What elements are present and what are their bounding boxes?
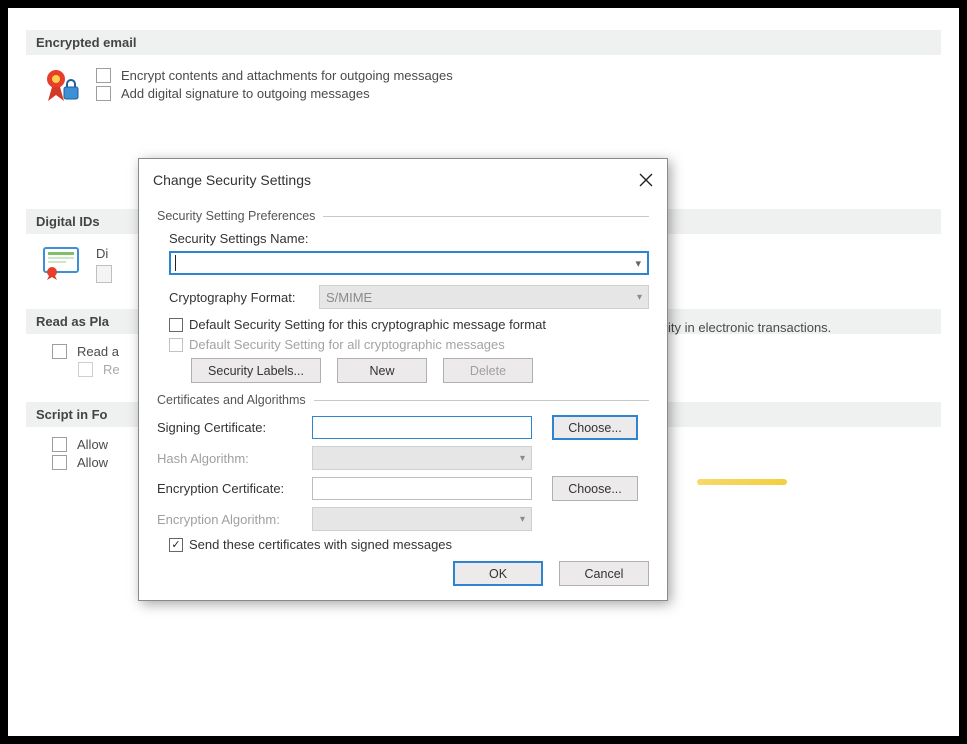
label-allow-1: Allow [77, 437, 108, 452]
crypto-format-select: S/MIME ▾ [319, 285, 649, 309]
label-enc-algo: Encryption Algorithm: [157, 512, 312, 527]
label-hash-algo: Hash Algorithm: [157, 451, 312, 466]
checkbox-add-signature[interactable] [96, 86, 111, 101]
chevron-down-icon: ▾ [520, 514, 525, 525]
chevron-down-icon: ▾ [635, 257, 641, 270]
checkbox-allow-1[interactable] [52, 437, 67, 452]
label-read-sub: Re [103, 362, 120, 377]
label-crypto-format: Cryptography Format: [169, 290, 319, 305]
highlight-annotation [697, 479, 787, 485]
label-read-all: Read a [77, 344, 119, 359]
close-button[interactable] [633, 167, 659, 193]
label-settings-name: Security Settings Name: [169, 231, 308, 246]
ok-button[interactable]: OK [453, 561, 543, 586]
new-button[interactable]: New [337, 358, 427, 383]
dialog-title: Change Security Settings [153, 172, 311, 188]
truncated-button[interactable] [96, 265, 112, 283]
digital-id-text-prefix: Di [96, 246, 108, 261]
section-header-encrypted: Encrypted email [26, 30, 941, 55]
label-allow-2: Allow [77, 455, 108, 470]
chevron-down-icon: ▾ [520, 453, 525, 464]
checkbox-default-all [169, 338, 183, 352]
security-labels-button[interactable]: Security Labels... [191, 358, 321, 383]
checkbox-read-sub [78, 362, 93, 377]
section-body-encrypted: Encrypt contents and attachments for out… [26, 65, 941, 115]
group-header-preferences: Security Setting Preferences [157, 209, 649, 223]
settings-name-combo[interactable]: ▾ [169, 251, 649, 275]
certificate-icon [36, 244, 96, 280]
checkbox-encrypt-outgoing[interactable] [96, 68, 111, 83]
group-header-certs: Certificates and Algorithms [157, 393, 649, 407]
signing-cert-field[interactable] [312, 416, 532, 439]
choose-enc-button[interactable]: Choose... [552, 476, 638, 501]
label-default-format: Default Security Setting for this crypto… [189, 317, 546, 332]
change-security-settings-dialog: Change Security Settings Security Settin… [138, 158, 668, 601]
dialog-titlebar: Change Security Settings [139, 159, 667, 201]
settings-window: Encrypted email Encrypt contents and att… [0, 0, 967, 744]
close-icon [639, 173, 653, 187]
choose-signing-button[interactable]: Choose... [552, 415, 638, 440]
chevron-down-icon: ▾ [637, 292, 642, 303]
cancel-button[interactable]: Cancel [559, 561, 649, 586]
checkbox-allow-2[interactable] [52, 455, 67, 470]
label-encrypt-outgoing: Encrypt contents and attachments for out… [121, 68, 453, 83]
label-send-certs: Send these certificates with signed mess… [189, 537, 452, 552]
label-add-signature: Add digital signature to outgoing messag… [121, 86, 370, 101]
label-signing-cert: Signing Certificate: [157, 420, 312, 435]
delete-button: Delete [443, 358, 533, 383]
digital-id-text-suffix: ity in electronic transactions. [668, 320, 831, 335]
enc-algo-select: ▾ [312, 507, 532, 531]
label-enc-cert: Encryption Certificate: [157, 481, 312, 496]
group-label-certs: Certificates and Algorithms [157, 393, 306, 407]
checkbox-default-format[interactable] [169, 318, 183, 332]
group-label-preferences: Security Setting Preferences [157, 209, 315, 223]
enc-cert-field[interactable] [312, 477, 532, 500]
checkbox-send-certs[interactable]: ✓ [169, 538, 183, 552]
crypto-format-value: S/MIME [326, 290, 372, 305]
checkbox-read-all[interactable] [52, 344, 67, 359]
hash-algo-select: ▾ [312, 446, 532, 470]
label-default-all: Default Security Setting for all cryptog… [189, 337, 505, 352]
ribbon-lock-icon [36, 65, 96, 107]
